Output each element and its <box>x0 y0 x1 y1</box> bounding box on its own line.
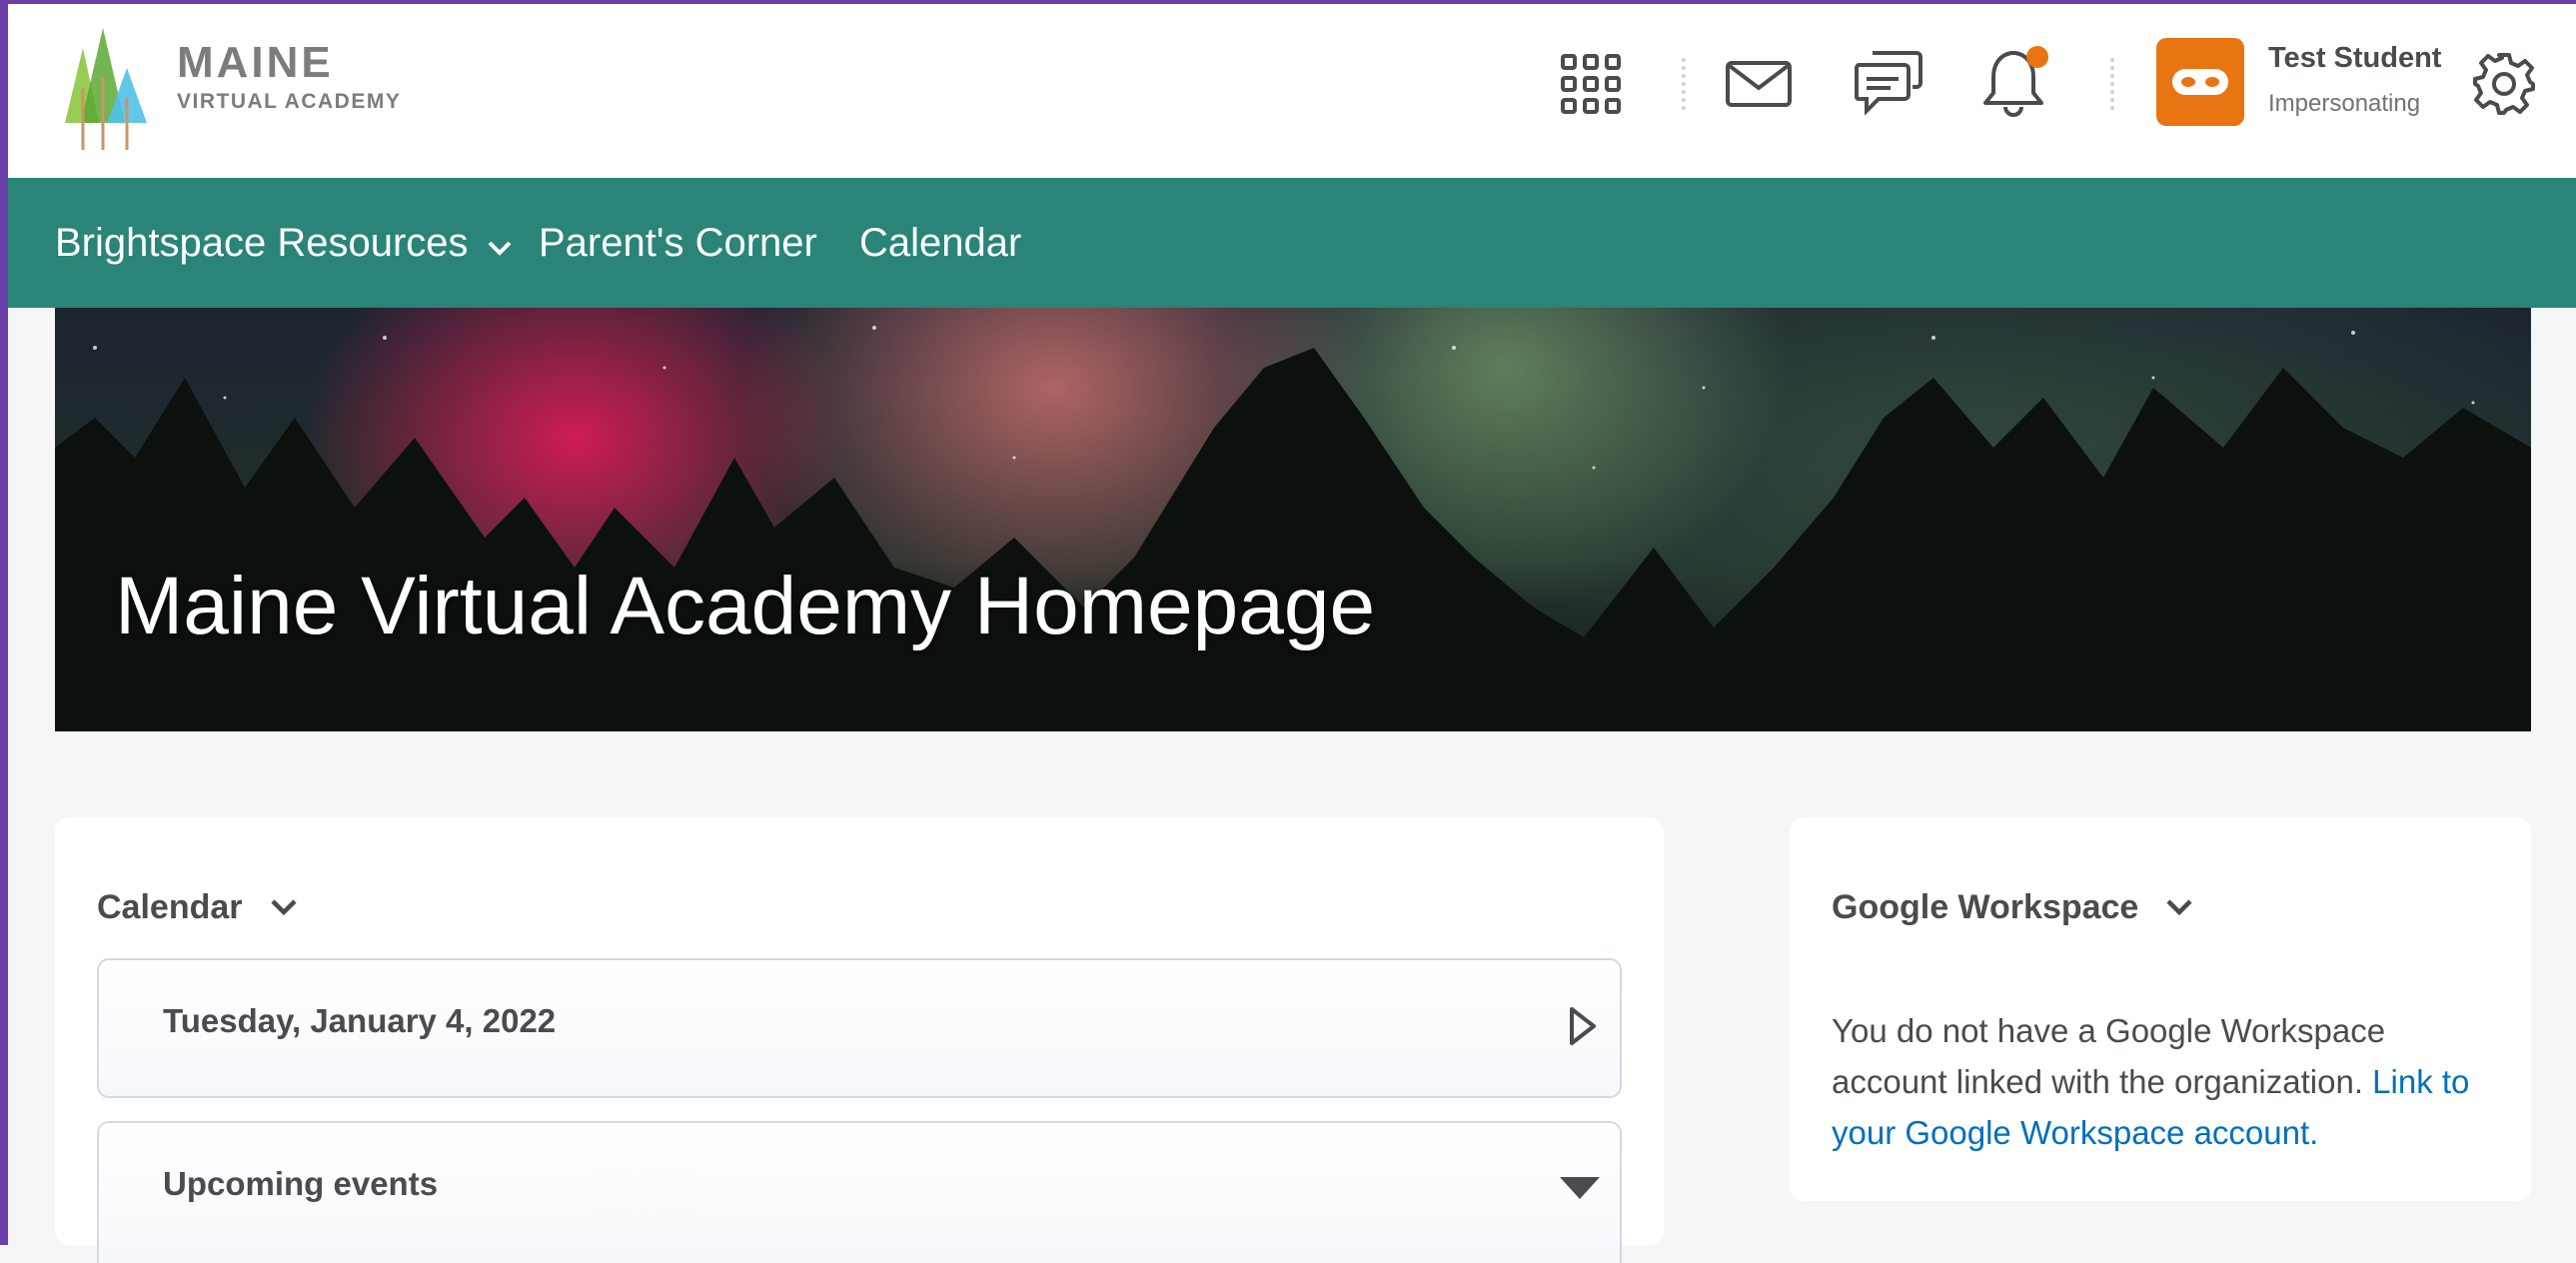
logo-subtitle: VIRTUAL ACADEMY <box>177 90 402 113</box>
google-workspace-title: Google Workspace <box>1832 887 2139 926</box>
top-header: MAINE VIRTUAL ACADEMY Test Student Imper… <box>8 4 2576 178</box>
nav-item-label: Brightspace Resources <box>55 220 469 265</box>
homepage-banner: Maine Virtual Academy Homepage <box>55 308 2531 731</box>
google-workspace-message-block: You do not have a Google Workspace accou… <box>1832 1005 2471 1158</box>
calendar-widget-header[interactable]: Calendar <box>97 869 299 945</box>
pine-trees-silhouette <box>55 326 2531 731</box>
calendar-date-label: Tuesday, January 4, 2022 <box>163 1002 557 1039</box>
logo-title: MAINE <box>177 38 334 87</box>
google-workspace-message: You do not have a Google Workspace accou… <box>1832 1012 2386 1100</box>
google-workspace-header[interactable]: Google Workspace <box>1832 869 2194 945</box>
school-logo[interactable]: MAINE VIRTUAL ACADEMY <box>55 18 415 153</box>
apps-grid-icon[interactable] <box>1551 44 1631 124</box>
triangle-right-icon[interactable] <box>1568 1005 1598 1047</box>
notification-dot <box>2026 46 2048 68</box>
chat-icon[interactable] <box>1849 42 1929 122</box>
upcoming-events-label: Upcoming events <box>163 1165 439 1202</box>
calendar-widget: Calendar Tuesday, January 4, 2022 Upcomi… <box>55 817 1664 1263</box>
chevron-down-icon <box>488 241 511 256</box>
google-workspace-widget: Google Workspace You do not have a Googl… <box>1790 817 2531 1201</box>
user-avatar[interactable] <box>2156 38 2244 126</box>
header-separator <box>1682 58 1690 110</box>
calendar-date-row[interactable]: Tuesday, January 4, 2022 <box>97 958 1622 1098</box>
nav-item-brightspace-resources[interactable]: Brightspace Resources <box>55 178 513 308</box>
window-frame-left <box>0 0 8 1245</box>
bell-icon[interactable] <box>1976 40 2056 124</box>
user-name[interactable]: Test Student <box>2268 42 2441 75</box>
upcoming-events-row[interactable]: Upcoming events <box>97 1121 1622 1263</box>
incognito-icon <box>2172 69 2228 95</box>
trees-logo-icon <box>65 28 147 150</box>
gear-icon[interactable] <box>2464 44 2544 124</box>
header-separator <box>2110 58 2118 110</box>
main-navbar: Brightspace Resources Parent's Corner Ca… <box>8 178 2576 308</box>
chevron-down-icon <box>2166 899 2192 916</box>
chevron-down-icon <box>270 899 297 916</box>
nav-item-calendar[interactable]: Calendar <box>859 178 1021 308</box>
mail-icon[interactable] <box>1719 44 1799 124</box>
calendar-widget-title: Calendar <box>97 887 243 926</box>
nav-item-parents-corner[interactable]: Parent's Corner <box>539 178 817 308</box>
user-role: Impersonating <box>2268 90 2421 117</box>
page-title: Maine Virtual Academy Homepage <box>115 561 1376 651</box>
triangle-down-icon[interactable] <box>1558 1175 1602 1201</box>
